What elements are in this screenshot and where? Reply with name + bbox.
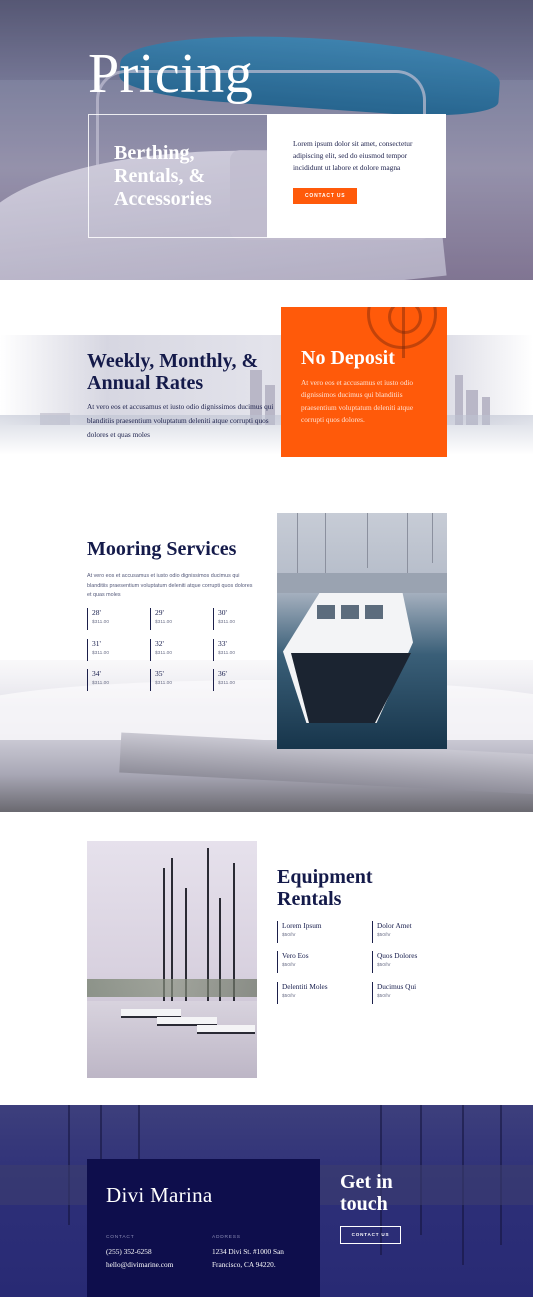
address-line-2: Francisco, CA 94220.	[212, 1260, 276, 1269]
contact-column: CONTACT (255) 352-6258 hello@divimarine.…	[106, 1235, 173, 1271]
footer-contact-card: Divi Marina CONTACT (255) 352-6258 hello…	[87, 1159, 320, 1297]
mooring-item: 31' $311.00	[87, 639, 137, 661]
equipment-item: Dolor Amet $50/hr	[372, 921, 452, 943]
no-deposit-title: No Deposit	[301, 347, 395, 369]
sailboats-photo	[87, 841, 257, 1078]
mooring-item: 29' $311.00	[150, 608, 200, 630]
mooring-price: $311.00	[92, 681, 109, 686]
mooring-price: $311.00	[218, 651, 235, 656]
equipment-item: Lorem Ipsum $50/hr	[277, 921, 357, 943]
hero-card: Lorem ipsum dolor sit amet, consectetur …	[267, 114, 446, 238]
motor-yacht-photo	[277, 513, 447, 749]
mooring-size: 31'	[92, 639, 101, 648]
email-link[interactable]: hello@divimarine.com	[106, 1258, 173, 1271]
mooring-price: $311.00	[92, 651, 109, 656]
equipment-price: $50/hr	[282, 963, 296, 968]
footer-contact-us-button[interactable]: CONTACT US	[340, 1226, 401, 1244]
mooring-size: 36'	[218, 669, 227, 678]
equipment-price: $50/hr	[377, 994, 391, 999]
mooring-item: 36' $311.00	[213, 669, 263, 691]
mooring-size: 29'	[155, 608, 164, 617]
brand-name: Divi Marina	[106, 1183, 213, 1207]
mooring-item: 33' $311.00	[213, 639, 263, 661]
mooring-price: $311.00	[155, 620, 172, 625]
mooring-item: 32' $311.00	[150, 639, 200, 661]
hero-card-text: Lorem ipsum dolor sit amet, consectetur …	[293, 139, 413, 172]
equipment-name: Quos Dolores	[377, 951, 418, 960]
no-deposit-text: At vero eos et accusamus et iusto odio d…	[301, 378, 414, 424]
page-title: Pricing	[88, 43, 254, 105]
mooring-item: 35' $311.00	[150, 669, 200, 691]
mooring-size: 32'	[155, 639, 164, 648]
mooring-price: $311.00	[155, 681, 172, 686]
mooring-title: Mooring Services	[87, 538, 237, 560]
mooring-price: $311.00	[155, 651, 172, 656]
ship-wheel-icon	[367, 307, 437, 358]
address-label: ADDRESS	[212, 1235, 241, 1240]
equipment-item: Vero Eos $50/hr	[277, 951, 357, 973]
equipment-price: $50/hr	[282, 994, 296, 999]
mooring-price: $311.00	[218, 620, 235, 625]
equipment-title: Equipment Rentals	[277, 866, 373, 910]
rates-text: At vero eos et accusamus et iusto odio d…	[87, 402, 274, 439]
mooring-size: 30'	[218, 608, 227, 617]
equipment-name: Dolor Amet	[377, 921, 412, 930]
mooring-item: 28' $311.00	[87, 608, 137, 630]
mooring-size: 33'	[218, 639, 227, 648]
phone-link[interactable]: (255) 352-6258	[106, 1245, 173, 1258]
equipment-name: Vero Eos	[282, 951, 309, 960]
address-line-1: 1234 Divi St. #1000 San	[212, 1247, 284, 1256]
hero-subtitle: Berthing, Rentals, & Accessories	[114, 142, 212, 210]
get-in-touch-title: Get in touch	[340, 1171, 393, 1215]
equipment-item: Delentiti Moles $50/hr	[277, 982, 357, 1004]
mooring-item: 30' $311.00	[213, 608, 263, 630]
contact-us-button[interactable]: CONTACT US	[293, 188, 358, 204]
equipment-name: Lorem Ipsum	[282, 921, 322, 930]
mooring-size: 28'	[92, 608, 101, 617]
rates-title: Weekly, Monthly, & Annual Rates	[87, 350, 259, 394]
mooring-price: $311.00	[92, 620, 109, 625]
equipment-item: Ducimus Qui $50/hr	[372, 982, 452, 1004]
mooring-price: $311.00	[218, 681, 235, 686]
mooring-text: At vero eos et accusamus et iusto odio d…	[87, 573, 253, 599]
address-column: ADDRESS 1234 Divi St. #1000 San Francisc…	[212, 1235, 284, 1271]
mooring-section	[0, 490, 533, 812]
contact-label: CONTACT	[106, 1235, 135, 1240]
equipment-item: Quos Dolores $50/hr	[372, 951, 452, 973]
equipment-name: Delentiti Moles	[282, 982, 328, 991]
equipment-price: $50/hr	[377, 933, 391, 938]
mooring-fade-overlay	[0, 490, 533, 710]
no-deposit-card: No Deposit At vero eos et accusamus et i…	[281, 307, 447, 457]
mooring-item: 34' $311.00	[87, 669, 137, 691]
equipment-price: $50/hr	[282, 933, 296, 938]
equipment-name: Ducimus Qui	[377, 982, 417, 991]
mooring-size: 34'	[92, 669, 101, 678]
equipment-price: $50/hr	[377, 963, 391, 968]
mooring-size: 35'	[155, 669, 164, 678]
